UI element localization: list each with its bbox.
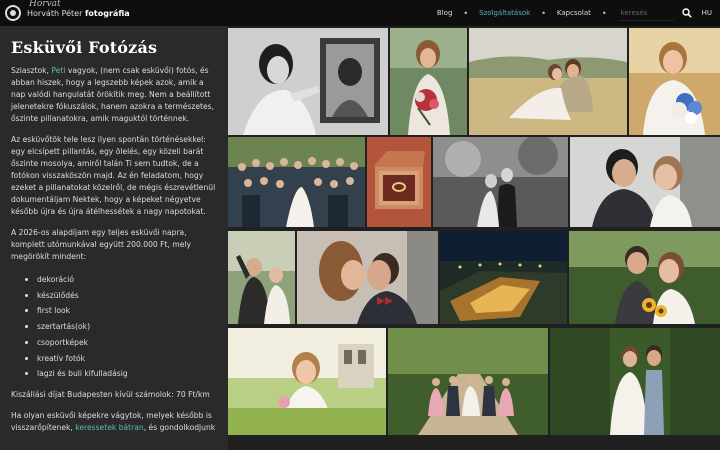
closing-text: , és gondolkodjunk [143,422,216,432]
photo-couple-bw-walk-image [433,137,568,227]
photo-night-venue[interactable] [440,231,567,324]
language-switch[interactable]: HU [702,9,712,17]
nav-blog[interactable]: Blog [431,9,458,17]
photo-couple-sunflowers[interactable] [569,231,720,324]
photo-couple-sunflowers-image [569,231,720,324]
nav-separator: • [541,8,546,18]
photo-ring-box[interactable] [367,137,431,227]
price-paragraph: A 2026-os alapdíjam egy teljes esküvői n… [11,228,192,261]
list-item: dekoráció [25,272,218,288]
photo-guests-cheering[interactable] [228,231,295,324]
photo-couple-kiss[interactable] [297,231,438,324]
list-item: szertartás(ok) [25,319,218,335]
main-content: Esküvői Fotózás Sziasztok, Peti vagyok, … [0,26,228,450]
photo-couple-forest[interactable] [550,328,720,435]
photo-wedding-party-path[interactable] [388,328,548,435]
photo-couple-field[interactable] [469,28,627,135]
nav-separator: • [601,8,607,18]
photo-bride-blue-bouquet[interactable] [629,28,720,135]
photo-couple-smile[interactable] [570,137,720,227]
logo-text: Horvát Horváth Péter fotográfia [27,0,130,18]
photo-group-photo-image [228,137,365,227]
photo-bride-mirror-bw[interactable] [228,28,388,135]
photo-ring-box-image [367,137,431,227]
intro-paragraph: Sziasztok, Peti vagyok, (nem csak esküvő… [11,65,218,125]
photo-couple-forest-image [550,328,720,435]
logo-name: Horváth Péter [27,8,83,18]
about-link[interactable]: Peti [51,66,65,75]
intro-text: Sziasztok, [11,66,52,75]
list-item: first look [25,303,218,319]
photo-gallery [228,26,720,450]
top-bar: Horvát Horváth Péter fotográfia Blog • S… [0,0,720,26]
search-box [617,5,694,21]
list-item: készülődés [25,288,218,304]
services-list: dekoráció készülődés first look szertart… [25,272,218,382]
photo-couple-kiss-image [297,231,438,324]
photo-bride-garden-image [228,328,386,435]
nav-separator: • [463,8,469,18]
logo-script: Horvát [29,0,61,9]
list-item: kreatív fotók [25,351,218,367]
main-nav: Blog • Szolgáltatások • Kapcsolat • HU [431,0,720,26]
list-item: csoportképek [25,335,218,351]
page-title: Esküvői Fotózás [11,38,158,57]
photo-bride-blue-bouquet-image [629,28,720,135]
moments-paragraph: Az esküvőtök tele lesz ilyen spontán tör… [11,135,216,216]
logo-bold: fotográfia [84,8,130,18]
photo-bride-bouquet[interactable] [390,28,467,135]
photo-bride-bouquet-image [390,28,467,135]
site-logo[interactable]: Horvát Horváth Péter fotográfia [5,0,130,21]
photo-couple-smile-image [570,137,720,227]
photo-group-photo[interactable] [228,137,365,227]
photo-couple-bw-walk[interactable] [433,137,568,227]
contact-link[interactable]: keressetek bátran [75,423,144,432]
list-item: lagzi és buli kifulladásig [25,366,218,382]
photo-guests-cheering-image [228,231,295,324]
search-input[interactable] [617,5,674,21]
search-icon[interactable] [680,6,694,20]
logo-icon [5,5,21,21]
photo-bride-mirror-bw-image [228,28,388,135]
nav-services[interactable]: Szolgáltatások [473,9,536,17]
photo-couple-field-image [469,28,627,135]
photo-wedding-party-path-image [388,328,548,435]
travel-fee: Kiszállási díjat Budapesten kívül számol… [11,389,210,399]
photo-bride-garden[interactable] [228,328,386,435]
closing-paragraph: Ha olyan esküvői képekre vágytok, melyek… [11,410,218,434]
photo-night-venue-image [440,231,567,324]
nav-contact[interactable]: Kapcsolat [551,9,597,17]
